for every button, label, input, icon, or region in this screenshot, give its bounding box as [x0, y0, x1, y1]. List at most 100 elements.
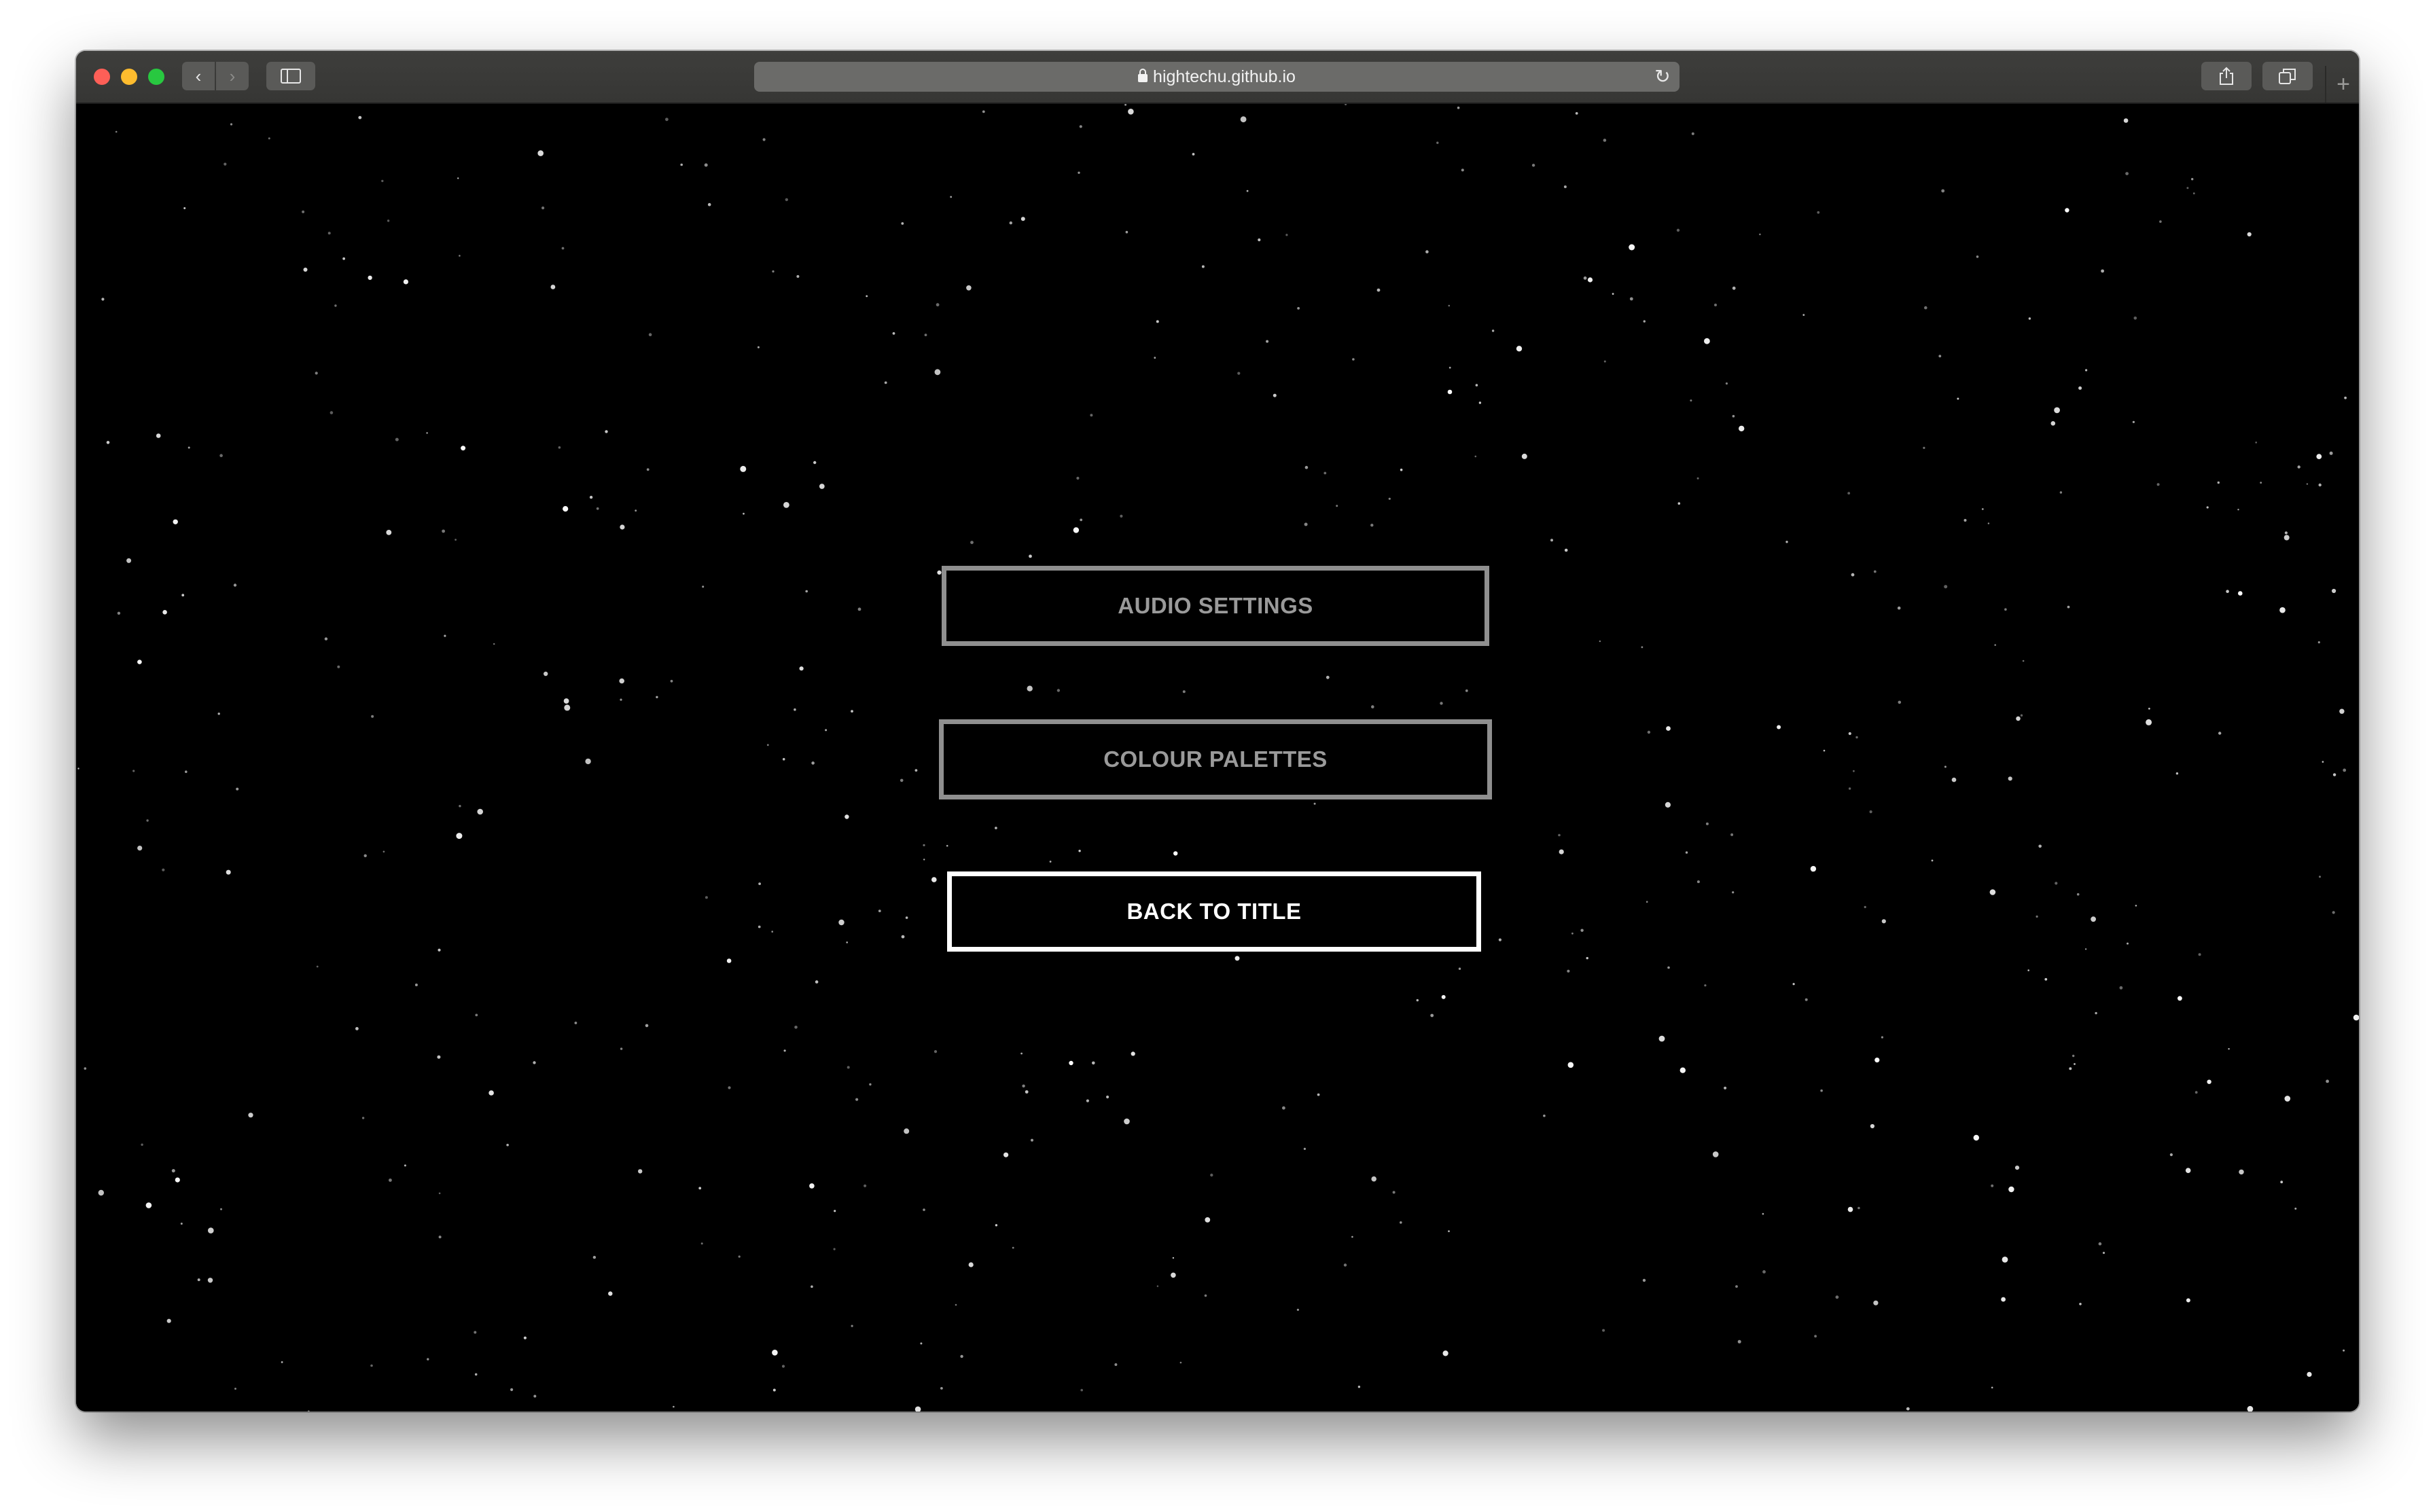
star [2284, 1096, 2291, 1102]
star [474, 1373, 478, 1376]
star [281, 1361, 283, 1363]
star [2072, 1054, 2075, 1058]
star [2186, 187, 2189, 190]
star [937, 570, 942, 575]
star [1543, 1114, 1546, 1117]
star [220, 1208, 222, 1210]
star [1847, 1206, 1853, 1212]
star [324, 637, 328, 641]
star [785, 198, 789, 202]
star [1128, 109, 1134, 115]
colour-palettes-button[interactable]: COLOUR PALETTES [939, 719, 1492, 799]
star [302, 210, 305, 213]
star [1352, 358, 1355, 361]
star [438, 1192, 441, 1195]
star [620, 698, 622, 701]
star [1025, 1090, 1029, 1094]
close-window-button[interactable] [94, 69, 110, 85]
star [1994, 644, 1996, 646]
star [1297, 307, 1300, 310]
star [330, 411, 334, 414]
star [2050, 421, 2056, 426]
star [1587, 277, 1593, 283]
star [337, 665, 340, 668]
star [1154, 357, 1156, 359]
star [970, 541, 974, 544]
star [219, 454, 223, 457]
star [1732, 414, 1735, 418]
star [426, 432, 428, 434]
star [2307, 1371, 2312, 1377]
back-button[interactable]: ‹ [182, 62, 215, 90]
show-tabs-button[interactable] [2262, 62, 2313, 90]
browser-toolbar: ‹ › hightechu.github.io ↻ + [76, 51, 2359, 104]
star [1906, 1407, 1910, 1411]
star [794, 708, 796, 711]
star [1323, 471, 1327, 475]
star [1642, 1278, 1646, 1282]
share-button[interactable] [2201, 62, 2252, 90]
star [2329, 451, 2333, 455]
maximize-window-button[interactable] [148, 69, 164, 85]
star [1092, 1061, 1095, 1065]
star [1498, 938, 1501, 941]
star [2146, 719, 2152, 725]
star [2192, 192, 2195, 195]
forward-button[interactable]: › [216, 62, 249, 90]
star [1981, 508, 1984, 510]
reload-icon[interactable]: ↻ [1652, 62, 1673, 92]
star [2237, 509, 2239, 511]
star [794, 1026, 798, 1029]
star [2067, 605, 2070, 609]
minimize-window-button[interactable] [121, 69, 137, 85]
star [404, 1164, 406, 1167]
star [2044, 977, 2048, 981]
star [1258, 238, 1261, 242]
star [608, 1291, 613, 1296]
star [533, 1394, 537, 1398]
star [924, 334, 927, 336]
star [1114, 1363, 1118, 1366]
star [230, 123, 233, 126]
star [805, 590, 808, 593]
star [726, 958, 732, 963]
star [1586, 956, 1588, 960]
star [1802, 314, 1805, 316]
star [1234, 956, 1240, 961]
star [1571, 932, 1574, 935]
star [2156, 483, 2160, 486]
star [1931, 859, 1934, 862]
star [1805, 998, 1808, 1001]
star [1078, 171, 1080, 174]
star [145, 1202, 152, 1208]
star [901, 222, 904, 225]
star [1712, 1151, 1719, 1157]
star [358, 115, 362, 120]
address-bar[interactable]: hightechu.github.io ↻ [754, 62, 1679, 92]
star [383, 850, 385, 853]
lock-icon [1138, 69, 1148, 82]
star [1658, 1035, 1665, 1042]
star [1732, 286, 1736, 290]
star [1343, 1263, 1347, 1267]
star [1273, 393, 1277, 397]
star [355, 1027, 359, 1030]
back-to-title-button[interactable]: BACK TO TITLE [947, 871, 1481, 952]
star [2306, 483, 2309, 485]
new-tab-button[interactable]: + [2325, 66, 2359, 103]
star [1848, 787, 1851, 790]
star [1732, 891, 1735, 894]
star [923, 859, 925, 861]
sidebar-toggle-button[interactable] [266, 62, 315, 90]
audio-settings-button[interactable]: AUDIO SETTINGS [942, 566, 1489, 646]
star [995, 1224, 998, 1227]
star [1430, 1013, 1434, 1018]
star [2239, 1169, 2244, 1175]
star [558, 446, 561, 449]
star [2095, 1011, 2097, 1015]
star [851, 1325, 853, 1327]
star [156, 433, 161, 438]
star [1704, 984, 1707, 987]
star [459, 805, 461, 808]
star [878, 910, 881, 912]
